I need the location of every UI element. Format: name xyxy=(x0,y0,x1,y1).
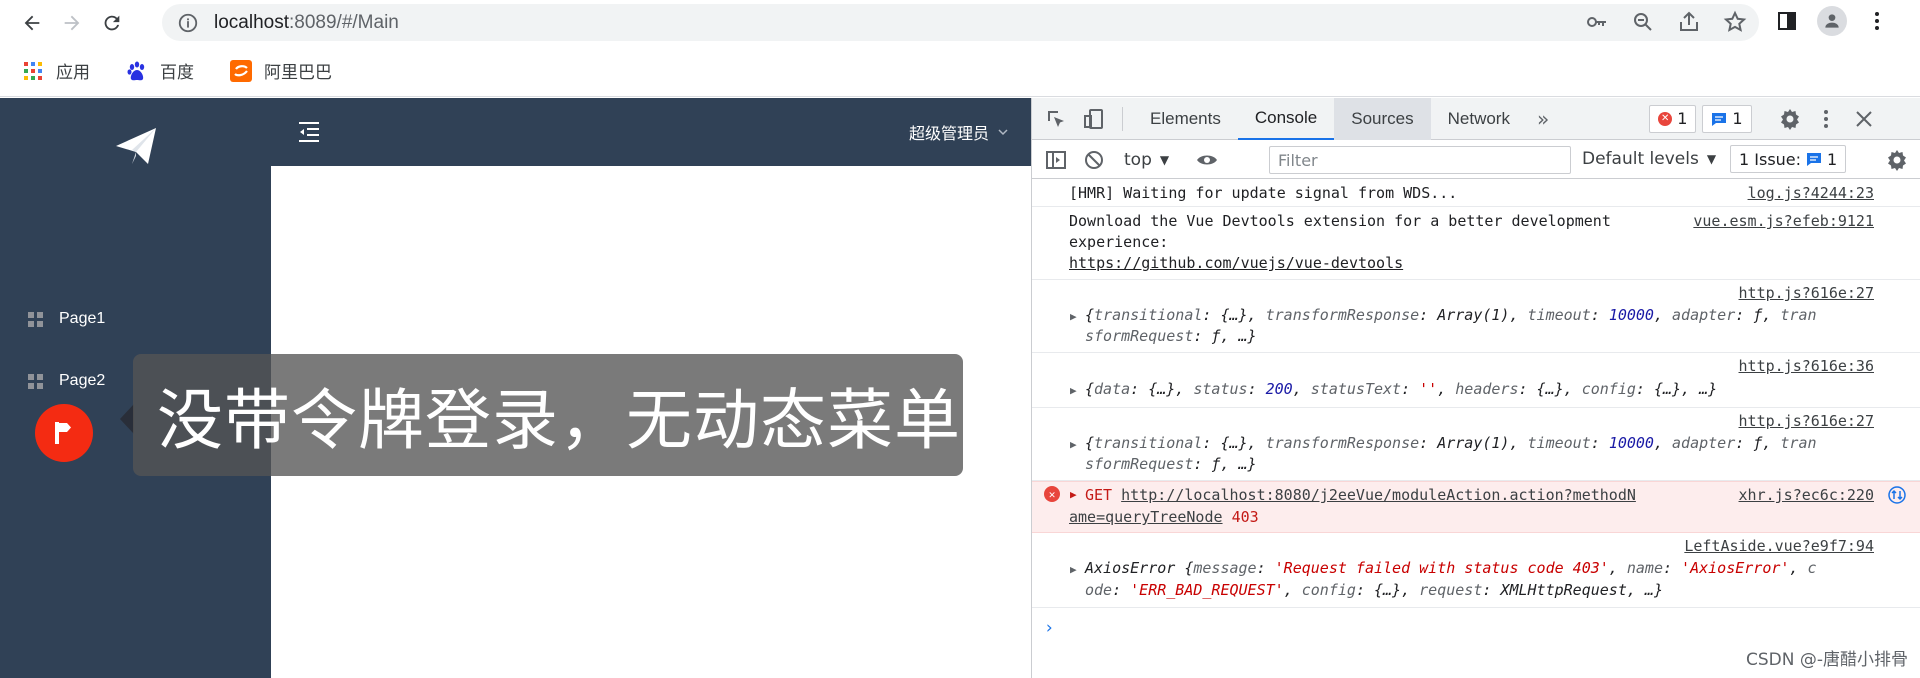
message-icon xyxy=(1807,153,1822,166)
inspect-element-icon[interactable] xyxy=(1044,107,1068,131)
url-text: localhost:8089/#/Main xyxy=(214,11,399,33)
menu-item-label: Page1 xyxy=(59,310,106,327)
dropdown-arrow-icon: ▼ xyxy=(1706,152,1717,166)
user-dropdown[interactable]: 超级管理员 xyxy=(909,120,1009,144)
request-url-link[interactable]: http://localhost:8080/j2eeVue/moduleActi… xyxy=(1121,486,1636,504)
menu-grid-icon xyxy=(28,373,43,389)
network-request-icon[interactable] xyxy=(1887,485,1907,505)
console-error-message: ✕ ▶ GET http://localhost:8080/j2eeVue/mo… xyxy=(1032,481,1920,533)
console-message: http.js?616e:36 ▶ {data: {…}, status: 20… xyxy=(1032,353,1920,408)
clear-console-icon[interactable] xyxy=(1082,148,1106,172)
source-link[interactable]: LeftAside.vue?e9f7:94 xyxy=(1684,535,1874,557)
star-icon[interactable] xyxy=(1723,10,1747,34)
menu-grid-icon xyxy=(28,311,43,327)
levels-dropdown[interactable]: Default levels ▼ xyxy=(1582,149,1716,169)
expand-arrow-icon[interactable]: ▶ xyxy=(1070,563,1077,576)
back-button[interactable] xyxy=(12,3,52,43)
watermark: CSDN @-唐醋小排骨 xyxy=(1745,650,1908,670)
menu-item-page1[interactable]: Page1 xyxy=(0,296,271,342)
source-link[interactable]: http.js?616e:36 xyxy=(1739,355,1874,377)
apps-grid-icon xyxy=(24,61,42,80)
alibaba-icon xyxy=(230,59,252,82)
expand-arrow-icon[interactable]: ▶ xyxy=(1070,384,1077,397)
error-icon: ✕ xyxy=(1658,111,1673,126)
chevron-down-icon xyxy=(998,129,1008,136)
console-settings-icon[interactable] xyxy=(1885,148,1909,172)
settings-gear-icon[interactable] xyxy=(1778,107,1802,131)
browser-toolbar: localhost:8089/#/Main xyxy=(0,0,1920,45)
console-message: Download the Vue Devtools extension for … xyxy=(1032,207,1920,280)
console-message: LeftAside.vue?e9f7:94 ▶ AxiosError {mess… xyxy=(1032,533,1920,608)
menu-item-label: Page2 xyxy=(59,372,106,389)
baidu-paw-icon xyxy=(127,61,145,80)
info-icon xyxy=(178,13,198,32)
devtools-tabbar: Elements Console Sources Network » ✕ 1 1 xyxy=(1032,97,1920,140)
bookmark-baidu[interactable]: 百度 xyxy=(126,58,194,83)
forward-button[interactable] xyxy=(52,3,92,43)
expand-arrow-icon[interactable]: ▶ xyxy=(1070,488,1077,501)
dropdown-arrow-icon: ▼ xyxy=(1159,152,1170,167)
flag-icon xyxy=(55,422,71,444)
tab-network[interactable]: Network xyxy=(1431,98,1527,140)
profile-avatar[interactable] xyxy=(1817,6,1847,36)
key-icon[interactable] xyxy=(1585,10,1609,34)
devtools-link[interactable]: https://github.com/vuejs/vue-devtools xyxy=(1069,252,1403,274)
message-count-badge[interactable]: 1 xyxy=(1702,104,1752,133)
source-link[interactable]: http.js?616e:27 xyxy=(1739,410,1874,432)
console-message: http.js?616e:27 ▶ {transitional: {…}, tr… xyxy=(1032,280,1920,353)
caption-pointer xyxy=(120,404,134,434)
arrow-left-icon xyxy=(24,15,40,30)
console-message: [HMR] Waiting for update signal from WDS… xyxy=(1032,180,1920,207)
share-icon[interactable] xyxy=(1677,10,1701,34)
app-header: 超级管理员 xyxy=(271,98,1031,166)
arrow-right-icon xyxy=(64,15,80,30)
error-count-badge[interactable]: ✕ 1 xyxy=(1649,104,1697,133)
context-selector[interactable]: top ▼ xyxy=(1124,150,1169,170)
source-link[interactable]: log.js?4244:23 xyxy=(1748,182,1874,204)
bookmarks-bar: 应用 百度 阿里巴巴 xyxy=(0,45,1920,97)
tab-console[interactable]: Console xyxy=(1237,98,1335,140)
sidebar-toggle-icon[interactable] xyxy=(1044,148,1068,172)
issues-button[interactable]: 1 Issue: 1 xyxy=(1730,145,1847,173)
more-tabs-icon[interactable]: » xyxy=(1527,107,1549,131)
overlay-caption: 没带令牌登录，无动态菜单 xyxy=(133,354,963,476)
console-message: http.js?616e:27 ▶ {transitional: {…}, tr… xyxy=(1032,408,1920,481)
tab-elements[interactable]: Elements xyxy=(1133,98,1238,140)
eye-icon[interactable] xyxy=(1195,148,1219,172)
devtools-kebab-icon[interactable] xyxy=(1814,107,1838,131)
user-menu-label: 超级管理员 xyxy=(908,124,989,143)
source-link[interactable]: http.js?616e:27 xyxy=(1739,282,1874,304)
console-messages: [HMR] Waiting for update signal from WDS… xyxy=(1032,180,1920,678)
reload-button[interactable] xyxy=(92,3,132,43)
device-toolbar-icon[interactable] xyxy=(1082,107,1106,131)
bookmark-alibaba[interactable]: 阿里巴巴 xyxy=(230,58,332,83)
message-icon xyxy=(1712,112,1727,126)
console-toolbar: top ▼ Filter Default levels ▼ 1 Issue: 1 xyxy=(1032,141,1920,179)
expand-arrow-icon[interactable]: ▶ xyxy=(1070,310,1077,323)
address-bar[interactable]: localhost:8089/#/Main xyxy=(162,4,1759,41)
paper-plane-logo-icon xyxy=(116,128,156,164)
zoom-icon[interactable] xyxy=(1631,10,1655,34)
bookmark-apps[interactable]: 应用 xyxy=(22,58,90,83)
source-link[interactable]: vue.esm.js?efeb:9121 xyxy=(1693,210,1874,232)
side-panel-icon[interactable] xyxy=(1775,9,1799,33)
menu-collapse-icon[interactable] xyxy=(295,118,323,146)
reload-icon xyxy=(104,15,120,30)
filter-input[interactable]: Filter xyxy=(1269,146,1571,174)
expand-arrow-icon[interactable]: ▶ xyxy=(1070,438,1077,451)
flag-badge xyxy=(35,404,93,462)
devtools-panel: Elements Console Sources Network » ✕ 1 1… xyxy=(1031,97,1920,678)
source-link[interactable]: xhr.js?ec6c:220 xyxy=(1739,484,1874,506)
person-icon xyxy=(1825,14,1839,28)
console-prompt[interactable]: › xyxy=(1044,618,1054,638)
close-devtools-icon[interactable] xyxy=(1852,107,1876,131)
error-icon: ✕ xyxy=(1044,486,1060,502)
kebab-menu-icon[interactable] xyxy=(1865,9,1889,33)
tab-sources[interactable]: Sources xyxy=(1334,97,1431,140)
